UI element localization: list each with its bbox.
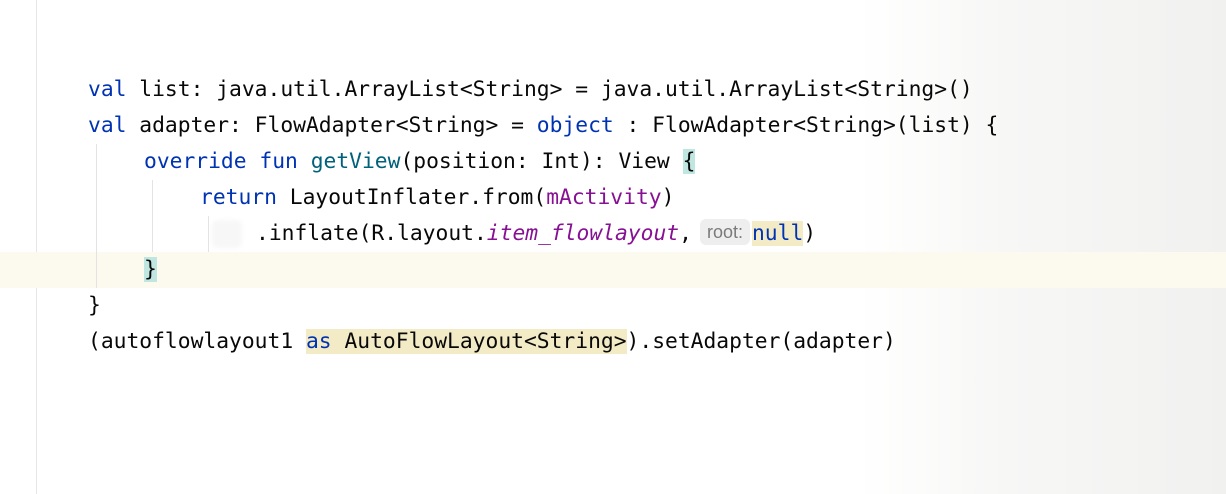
code-line[interactable]: } [144, 252, 157, 288]
code-token: val [88, 77, 127, 102]
code-token: } [88, 293, 101, 318]
parameter-hint: root: [699, 219, 750, 245]
code-token: list: java.util.ArrayList<String> = java… [126, 77, 973, 102]
code-token: null [751, 221, 804, 246]
code-line[interactable]: (autoflowlayout1 as AutoFlowLayout<Strin… [88, 324, 896, 360]
code-token: : FlowAdapter<String>(list) { [613, 113, 999, 138]
code-line[interactable]: val list: java.util.ArrayList<String> = … [88, 72, 973, 108]
code-token: ) [661, 185, 675, 210]
code-token: AutoFlowLayout<String> [331, 329, 627, 354]
code-token: .inflate(R.layout. [256, 221, 487, 246]
code-token: { [682, 149, 696, 174]
code-token: object [536, 113, 614, 138]
code-token: as [305, 329, 332, 354]
code-token: item_flowlayout [486, 221, 680, 246]
code-editor[interactable]: val list: java.util.ArrayList<String> = … [0, 0, 1226, 494]
code-token: getView [310, 149, 401, 174]
caret-row-highlight [0, 252, 1226, 288]
code-token: fun [259, 149, 298, 174]
code-token: (position: Int): View [400, 149, 683, 174]
code-line[interactable]: } [88, 288, 101, 324]
code-token: , [679, 221, 692, 246]
indent-guide [96, 144, 97, 288]
code-token: (autoflowlayout1 [88, 329, 306, 354]
indent-guide [152, 180, 153, 252]
gutter-divider [36, 0, 37, 494]
code-token: mActivity [546, 185, 662, 210]
code-token: ) [803, 221, 817, 246]
code-token: adapter: FlowAdapter<String> = [126, 113, 537, 138]
code-token: } [144, 257, 157, 282]
code-line[interactable]: override fun getView(position: Int): Vie… [144, 144, 696, 180]
blurred-region [212, 220, 242, 248]
code-line[interactable]: val adapter: FlowAdapter<String> = objec… [88, 108, 998, 144]
indent-guide [208, 216, 209, 252]
code-token: LayoutInflater.from( [276, 185, 547, 210]
code-token: ).setAdapter(adapter) [626, 329, 896, 354]
code-line[interactable]: return LayoutInflater.from(mActivity) [200, 180, 674, 216]
code-token: val [88, 113, 127, 138]
code-line[interactable]: .inflate(R.layout.item_flowlayout, root: n… [256, 216, 816, 252]
code-token: override [144, 149, 247, 174]
code-token: return [200, 185, 277, 210]
